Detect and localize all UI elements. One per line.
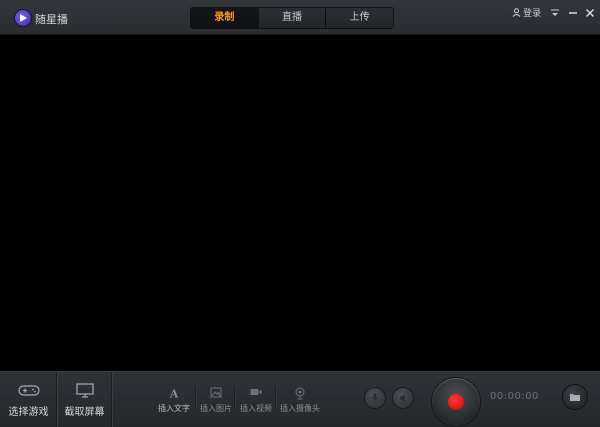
folder-icon [570, 394, 580, 401]
record-button[interactable] [432, 378, 480, 426]
tab-record[interactable]: 录制 [191, 8, 259, 28]
login-label: 登录 [523, 9, 542, 19]
webcam-icon [295, 387, 305, 400]
app-logo-icon [15, 10, 31, 26]
tab-live[interactable]: 直播 [258, 8, 327, 28]
toolbar-divider [111, 372, 112, 427]
title-bar: 随星播 录制 直播 上传 登录 [0, 0, 600, 35]
menu-dropdown-button[interactable] [548, 5, 562, 19]
monitor-icon [75, 383, 94, 398]
preview-area [0, 35, 600, 371]
insert-text-button[interactable]: A 插入文字 [154, 384, 194, 416]
svg-text:A: A [169, 388, 179, 400]
open-folder-button[interactable] [563, 385, 587, 409]
insert-camera-label: 插入摄像头 [280, 404, 320, 413]
speaker-icon [400, 394, 405, 402]
select-game-button[interactable]: 选择游戏 [1, 372, 56, 427]
insert-camera-button[interactable]: 插入摄像头 [280, 384, 320, 416]
text-icon: A [169, 388, 179, 400]
mode-tabs: 录制 直播 上传 [190, 7, 394, 29]
select-game-label: 选择游戏 [8, 407, 49, 418]
microphone-button[interactable] [365, 388, 385, 408]
user-icon [512, 8, 521, 17]
image-icon [210, 387, 222, 398]
gamepad-icon [17, 385, 40, 396]
login-button[interactable]: 登录 [512, 6, 541, 19]
app-name: 随星播 [35, 13, 68, 26]
tab-upload[interactable]: 上传 [326, 8, 393, 28]
capture-screen-label: 截取屏幕 [64, 407, 105, 418]
close-icon [585, 8, 595, 18]
minimize-button[interactable] [566, 5, 580, 19]
capture-screen-button[interactable]: 截取屏幕 [57, 372, 112, 427]
video-camera-icon [250, 389, 262, 395]
insert-video-button[interactable]: 插入视频 [236, 384, 276, 416]
record-icon [448, 394, 464, 410]
close-button[interactable] [583, 5, 597, 19]
record-timer: 00:00:00 [490, 391, 539, 402]
app-window: 随星播 录制 直播 上传 登录 选择游戏 截取屏幕 A 插入文字 插入图片 插入… [0, 0, 600, 427]
minimize-icon [569, 12, 577, 14]
microphone-icon [371, 393, 379, 403]
speaker-button[interactable] [393, 388, 413, 408]
dropdown-icon [551, 9, 559, 16]
